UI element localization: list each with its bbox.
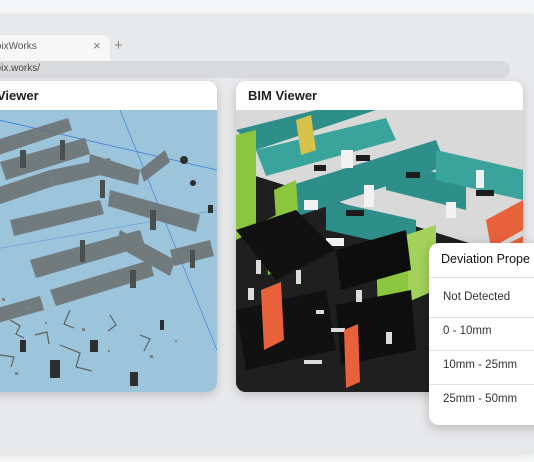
divider	[429, 350, 534, 351]
tab-title: CupixWorks	[0, 41, 37, 52]
deviation-panel-title: Deviation Prope	[441, 252, 530, 266]
divider	[429, 384, 534, 385]
viewer-title: Viewer	[0, 88, 39, 103]
deviation-option-not-detected[interactable]: Not Detected	[443, 291, 510, 303]
browser-tab[interactable]: CupixWorks ×	[0, 35, 110, 61]
viewer-header: BIM Viewer	[236, 81, 523, 110]
viewer-title: BIM Viewer	[248, 88, 318, 103]
address-bar[interactable]: cupix.works/	[0, 61, 510, 78]
new-tab-icon[interactable]: +	[114, 37, 123, 54]
viewer-header: Viewer	[0, 81, 217, 110]
deviation-option-0-10mm[interactable]: 0 - 10mm	[443, 325, 492, 337]
close-tab-icon[interactable]: ×	[93, 38, 101, 53]
deviation-properties-panel: Deviation Prope Not Detected 0 - 10mm 10…	[429, 243, 534, 425]
url-text: cupix.works/	[0, 63, 41, 74]
deviation-option-10-25mm[interactable]: 10mm - 25mm	[443, 359, 517, 371]
point-cloud-viewer-panel: Viewer	[0, 81, 217, 392]
deviation-option-25-50mm[interactable]: 25mm - 50mm	[443, 393, 517, 405]
divider	[429, 277, 534, 278]
divider	[429, 317, 534, 318]
point-cloud-canvas[interactable]	[0, 109, 217, 392]
